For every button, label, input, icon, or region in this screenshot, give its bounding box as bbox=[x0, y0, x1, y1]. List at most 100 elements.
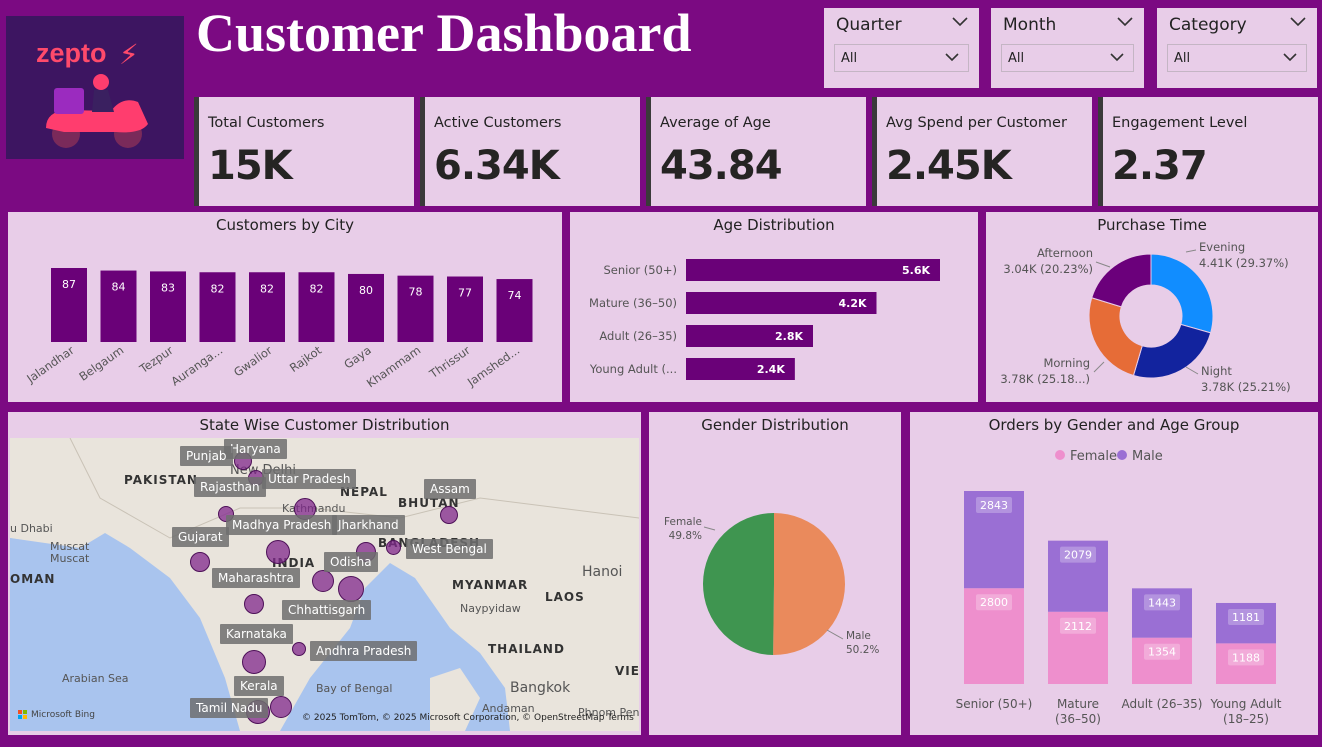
map-bubble[interactable] bbox=[386, 540, 401, 555]
state-label: Uttar Pradesh bbox=[262, 469, 357, 489]
map-bubble[interactable] bbox=[190, 552, 210, 572]
chevron-down-icon[interactable] bbox=[1289, 16, 1307, 28]
purchase-time-panel: Purchase Time Evening 4.41K (29.37%) Night… bbox=[986, 212, 1318, 402]
scooter-rider-illustration: ⚡ bbox=[46, 38, 148, 148]
purchase-slice-name: Afternoon bbox=[1037, 246, 1093, 260]
state-label: Assam bbox=[424, 479, 476, 499]
legend-label: Female bbox=[1070, 449, 1117, 464]
gender-distribution-chart: Male 50.2% Female 49.8% bbox=[664, 513, 879, 656]
map-country-label: OMAN bbox=[10, 572, 56, 586]
orders-axis-label: Senior (50+) bbox=[956, 697, 1033, 711]
purchase-slice-label: 3.04K (20.23%) bbox=[1003, 262, 1093, 276]
orders-bar-label: 1181 bbox=[1232, 611, 1260, 624]
microsoft-logo-icon bbox=[18, 710, 27, 719]
city-axis-label: Tezpur bbox=[136, 343, 176, 377]
map-bubble[interactable] bbox=[266, 540, 290, 564]
month-dropdown[interactable]: All bbox=[1001, 44, 1134, 72]
orders-axis-label: Young Adult bbox=[1210, 697, 1282, 711]
city-bar-label: 78 bbox=[409, 286, 423, 299]
orders-axis-label: (18–25) bbox=[1223, 712, 1269, 726]
city-axis-label: Jalandhar bbox=[23, 343, 77, 386]
gender-distribution-panel: Gender Distribution Male 50.2% Female 49.8% bbox=[649, 412, 901, 735]
kpi-label: Active Customers bbox=[434, 115, 562, 131]
map-country-label: VIE bbox=[615, 664, 639, 678]
kpi-engagement-level: Engagement Level 2.37 bbox=[1098, 97, 1318, 206]
svg-text:⚡: ⚡ bbox=[119, 38, 139, 71]
purchase-slice bbox=[1132, 323, 1212, 379]
state-label: Andhra Pradesh bbox=[310, 641, 418, 661]
kpi-label: Engagement Level bbox=[1112, 115, 1248, 131]
orders-by-gender-age-panel: Orders by Gender and Age Group Female Mal… bbox=[910, 412, 1318, 735]
state-map[interactable]: PAKISTAN NEPAL BHUTAN INDIA BANGLADESH M… bbox=[10, 438, 639, 731]
age-bar-label: 5.6K bbox=[902, 264, 930, 277]
city-bar-label: 77 bbox=[458, 287, 472, 300]
map-bubble[interactable] bbox=[292, 642, 306, 656]
zepto-logo: zepto ⚡ bbox=[6, 16, 184, 159]
state-label: Madhya Pradesh bbox=[226, 515, 338, 535]
quarter-slicer[interactable]: Quarter All bbox=[824, 8, 979, 88]
city-bar-label: 87 bbox=[62, 278, 76, 291]
map-bubble[interactable] bbox=[440, 506, 458, 524]
state-label: Haryana bbox=[224, 439, 287, 459]
kpi-value: 43.84 bbox=[660, 143, 783, 189]
purchase-slice-name: Night bbox=[1201, 364, 1232, 378]
month-selected-value: All bbox=[1008, 51, 1025, 66]
state-label: West Bengal bbox=[406, 539, 493, 559]
quarter-selected-value: All bbox=[841, 51, 858, 66]
city-bar-label: 80 bbox=[359, 284, 373, 297]
kpi-value: 2.37 bbox=[1112, 143, 1208, 189]
map-attribution[interactable]: © 2025 TomTom, © 2025 Microsoft Corporat… bbox=[302, 713, 634, 723]
map-bubble[interactable] bbox=[270, 696, 292, 718]
category-selected-value: All bbox=[1174, 51, 1191, 66]
orders-bar-label: 1354 bbox=[1148, 646, 1176, 659]
map-bubble[interactable] bbox=[244, 594, 264, 614]
state-label: Jharkhand bbox=[332, 515, 405, 535]
purchase-slice-name: Evening bbox=[1199, 240, 1245, 254]
kpi-value: 15K bbox=[208, 143, 293, 189]
map-place-label: Bay of Bengal bbox=[316, 682, 393, 695]
customers-by-city-chart: 87 Jalandhar 84 Belgaum 83 Tezpur 82 Auranga...… bbox=[23, 268, 533, 390]
state-label: Gujarat bbox=[172, 527, 229, 547]
map-bubble[interactable] bbox=[242, 650, 266, 674]
map-place-label: Bangkok bbox=[510, 680, 571, 696]
city-bar-label: 82 bbox=[310, 282, 324, 295]
chevron-down-icon[interactable] bbox=[1116, 16, 1134, 28]
state-label: Kerala bbox=[234, 676, 284, 696]
orders-by-gender-age-chart: Female Male 2800 2843 Senior (50+) 2112 2079 Ma… bbox=[956, 449, 1282, 726]
orders-axis-label: Adult (26–35) bbox=[1122, 697, 1203, 711]
quarter-dropdown[interactable]: All bbox=[834, 44, 969, 72]
purchase-slice bbox=[1091, 253, 1152, 308]
kpi-value: 6.34K bbox=[434, 143, 560, 189]
category-slicer[interactable]: Category All bbox=[1157, 8, 1317, 88]
orders-bar-label: 2112 bbox=[1064, 620, 1092, 633]
map-place-label: Arabian Sea bbox=[62, 672, 129, 685]
city-bar-label: 84 bbox=[112, 281, 126, 294]
purchase-leader-line bbox=[1095, 261, 1111, 268]
map-country-label: THAILAND bbox=[488, 642, 565, 656]
purchase-slice-label: 4.41K (29.37%) bbox=[1199, 256, 1289, 270]
gender-slice-name: Female bbox=[664, 516, 702, 528]
purchase-leader-line bbox=[1185, 249, 1197, 253]
quarter-slicer-label: Quarter bbox=[836, 15, 902, 35]
city-axis-label: Jamshed... bbox=[464, 343, 522, 390]
city-axis-label: Khammam bbox=[364, 343, 423, 390]
age-bar-label: 2.8K bbox=[775, 330, 803, 343]
map-bubble[interactable] bbox=[312, 570, 334, 592]
gender-slice-name: Male bbox=[846, 630, 871, 642]
gender-slice-label: 49.8% bbox=[669, 530, 702, 542]
purchase-slice-label: 3.78K (25.21%) bbox=[1201, 380, 1291, 394]
kpi-label: Total Customers bbox=[208, 115, 325, 131]
state-label: Tamil Nadu bbox=[190, 698, 269, 718]
legend-marker bbox=[1117, 450, 1127, 460]
legend-marker bbox=[1055, 450, 1065, 460]
dashboard-title: Customer Dashboard bbox=[196, 3, 692, 63]
chevron-down-icon[interactable] bbox=[951, 16, 969, 28]
category-dropdown[interactable]: All bbox=[1167, 44, 1307, 72]
map-bubble[interactable] bbox=[338, 576, 364, 602]
age-bar-label: 2.4K bbox=[757, 363, 785, 376]
month-slicer[interactable]: Month All bbox=[991, 8, 1144, 88]
state-label: Rajasthan bbox=[194, 477, 266, 497]
orders-axis-label: Mature bbox=[1057, 697, 1099, 711]
state-label: Punjab bbox=[180, 446, 233, 466]
gender-leader-line bbox=[703, 526, 716, 531]
